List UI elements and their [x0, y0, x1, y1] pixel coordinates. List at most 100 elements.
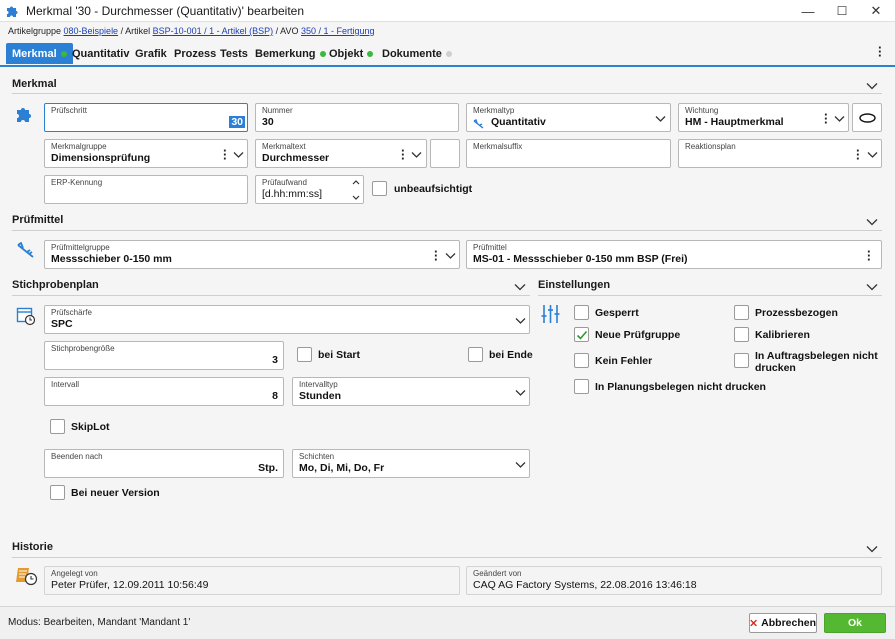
- spinner-down-icon[interactable]: [352, 195, 360, 201]
- neue-pruefgruppe-checkbox[interactable]: [574, 327, 589, 342]
- tab-merkmal[interactable]: Merkmal: [6, 43, 73, 64]
- chevron-down-icon[interactable]: [866, 80, 878, 92]
- section-title-merkmal: Merkmal: [12, 78, 57, 90]
- ok-button[interactable]: Ok: [824, 613, 886, 633]
- intervalltyp-select[interactable]: Intervalltyp Stunden: [292, 377, 530, 406]
- field-value: MS-01 - Messschieber 0-150 mm BSP (Frei): [473, 253, 688, 265]
- tab-label: Prozess: [174, 47, 217, 60]
- tab-objekt[interactable]: Objekt: [323, 43, 379, 64]
- status-bar: Modus: Bearbeiten, Mandant 'Mandant 1' A…: [0, 606, 895, 639]
- chevron-down-icon[interactable]: [866, 543, 878, 555]
- chevron-down-icon[interactable]: [866, 216, 878, 228]
- pruefmittelgruppe-select[interactable]: Prüfmittelgruppe Messschieber 0-150 mm ·…: [44, 240, 460, 269]
- more-menu-icon[interactable]: · · ·: [878, 41, 882, 62]
- cancel-button[interactable]: Abbrechen: [749, 613, 817, 633]
- pruefschaerfe-select[interactable]: Prüfschärfe SPC: [44, 305, 530, 334]
- skiplot-label: SkipLot: [71, 421, 110, 433]
- field-value: [d.hh:mm:ss]: [262, 188, 323, 200]
- field-value: Messschieber 0-150 mm: [51, 253, 172, 265]
- maximize-button[interactable]: ☐: [825, 0, 859, 22]
- bei-neuer-version-checkbox[interactable]: [50, 485, 65, 500]
- beenden-nach-field[interactable]: Beenden nach Stp.: [44, 449, 284, 478]
- field-label: Nummer: [262, 106, 293, 115]
- skiplot-checkbox[interactable]: [50, 419, 65, 434]
- kebab-menu-icon[interactable]: · · ·: [856, 144, 860, 165]
- erp-kennung-field[interactable]: ERP-Kennung: [44, 175, 248, 204]
- kebab-menu-icon[interactable]: · · ·: [867, 245, 871, 266]
- breadcrumb-link-artikel[interactable]: BSP-10-001 / 1 - Artikel (BSP): [153, 26, 274, 36]
- symbol-button[interactable]: [852, 103, 882, 132]
- gesperrt-checkbox[interactable]: [574, 305, 589, 320]
- planungsbelegen-label: In Planungsbelegen nicht drucken: [595, 381, 766, 393]
- planungsbelegen-checkbox[interactable]: [574, 379, 589, 394]
- chevron-down-icon[interactable]: [514, 281, 526, 293]
- merkmaltext-select[interactable]: Merkmaltext Durchmesser · · ·: [255, 139, 427, 168]
- prozessbezogen-label: Prozessbezogen: [755, 307, 838, 319]
- pruefaufwand-spinner[interactable]: Prüfaufwand [d.hh:mm:ss]: [255, 175, 364, 204]
- nummer-field[interactable]: Nummer 30: [255, 103, 459, 132]
- merkmalsuffix-field[interactable]: Merkmalsuffix: [466, 139, 671, 168]
- kebab-menu-icon[interactable]: · · ·: [434, 245, 438, 266]
- pruefmittel-select[interactable]: Prüfmittel MS-01 - Messschieber 0-150 mm…: [466, 240, 882, 269]
- kebab-menu-icon[interactable]: · · ·: [824, 108, 828, 129]
- section-title-stichprobenplan: Stichprobenplan: [12, 279, 99, 291]
- tab-quantitativ[interactable]: Quantitativ: [66, 43, 135, 64]
- chevron-down-icon: [411, 152, 422, 158]
- unbeaufsichtigt-checkbox[interactable]: [372, 181, 387, 196]
- breadcrumb-prefix: / AVO: [273, 26, 301, 36]
- title-bar: Merkmal '30 - Durchmesser (Quantitativ)'…: [0, 0, 895, 22]
- tab-grafik[interactable]: Grafik: [129, 43, 173, 64]
- kebab-menu-icon[interactable]: · · ·: [401, 144, 405, 165]
- stichprobengroesse-field[interactable]: Stichprobengröße 3: [44, 341, 284, 370]
- chevron-down-icon[interactable]: [866, 281, 878, 293]
- field-value: CAQ AG Factory Systems, 22.08.2016 13:46…: [473, 579, 697, 591]
- bei-ende-label: bei Ende: [489, 349, 533, 361]
- sliders-icon: [541, 305, 560, 323]
- gesperrt-label: Gesperrt: [595, 307, 639, 319]
- pruefschritt-field[interactable]: Prüfschritt 30: [44, 103, 248, 132]
- chevron-down-icon: [655, 116, 666, 122]
- field-label: Merkmaltext: [262, 142, 306, 151]
- minimize-button[interactable]: —: [791, 0, 825, 22]
- spinner-up-icon[interactable]: [352, 179, 360, 185]
- bei-neuer-version-label: Bei neuer Version: [71, 487, 160, 499]
- kein-fehler-checkbox[interactable]: [574, 353, 589, 368]
- merkmalgruppe-select[interactable]: Merkmalgruppe Dimensionsprüfung · · ·: [44, 139, 248, 168]
- kebab-menu-icon[interactable]: · · ·: [223, 144, 227, 165]
- kalibrieren-checkbox[interactable]: [734, 327, 749, 342]
- tab-label: Quantitativ: [72, 47, 130, 60]
- merkmaltext-extra-field[interactable]: [430, 139, 460, 168]
- prozessbezogen-checkbox[interactable]: [734, 305, 749, 320]
- field-label: Intervall: [51, 380, 80, 389]
- window-title: Merkmal '30 - Durchmesser (Quantitativ)'…: [26, 4, 305, 18]
- angelegt-von-field: Angelegt von Peter Prüfer, 12.09.2011 10…: [44, 566, 460, 595]
- bei-start-label: bei Start: [318, 349, 361, 361]
- wichtung-select[interactable]: Wichtung HM - Hauptmerkmal · · ·: [678, 103, 849, 132]
- field-value: Durchmesser: [262, 152, 330, 164]
- unbeaufsichtigt-label: unbeaufsichtigt: [394, 183, 473, 195]
- breadcrumb-link-avo[interactable]: 350 / 1 - Fertigung: [301, 26, 375, 36]
- field-label: Wichtung: [685, 106, 719, 115]
- tab-dokumente[interactable]: Dokumente: [376, 43, 458, 64]
- close-button[interactable]: ✕: [859, 0, 893, 22]
- section-divider: [538, 295, 882, 296]
- auftragsbelegen-checkbox[interactable]: [734, 353, 749, 368]
- schichten-select[interactable]: Schichten Mo, Di, Mi, Do, Fr: [292, 449, 530, 478]
- bei-ende-checkbox[interactable]: [468, 347, 483, 362]
- breadcrumb-link-artikelgruppe[interactable]: 080-Beispiele: [64, 26, 119, 36]
- tab-bemerkung[interactable]: Bemerkung: [249, 43, 332, 64]
- bei-start-checkbox[interactable]: [297, 347, 312, 362]
- caliper-icon: [473, 119, 484, 129]
- intervall-field[interactable]: Intervall 8: [44, 377, 284, 406]
- tab-label: Grafik: [135, 47, 167, 60]
- cancel-label: Abbrechen: [761, 617, 816, 629]
- reaktionsplan-select[interactable]: Reaktionsplan · · ·: [678, 139, 882, 168]
- field-value: SPC: [51, 318, 73, 330]
- tab-tests[interactable]: Tests: [214, 43, 254, 64]
- merkmaltyp-select[interactable]: Merkmaltyp Quantitativ: [466, 103, 671, 132]
- tab-label: Dokumente: [382, 47, 442, 60]
- ellipse-symbol-icon: [859, 113, 876, 123]
- section-title-pruefmittel: Prüfmittel: [12, 214, 64, 226]
- chevron-down-icon: [445, 253, 456, 259]
- field-label: Stichprobengröße: [51, 344, 115, 353]
